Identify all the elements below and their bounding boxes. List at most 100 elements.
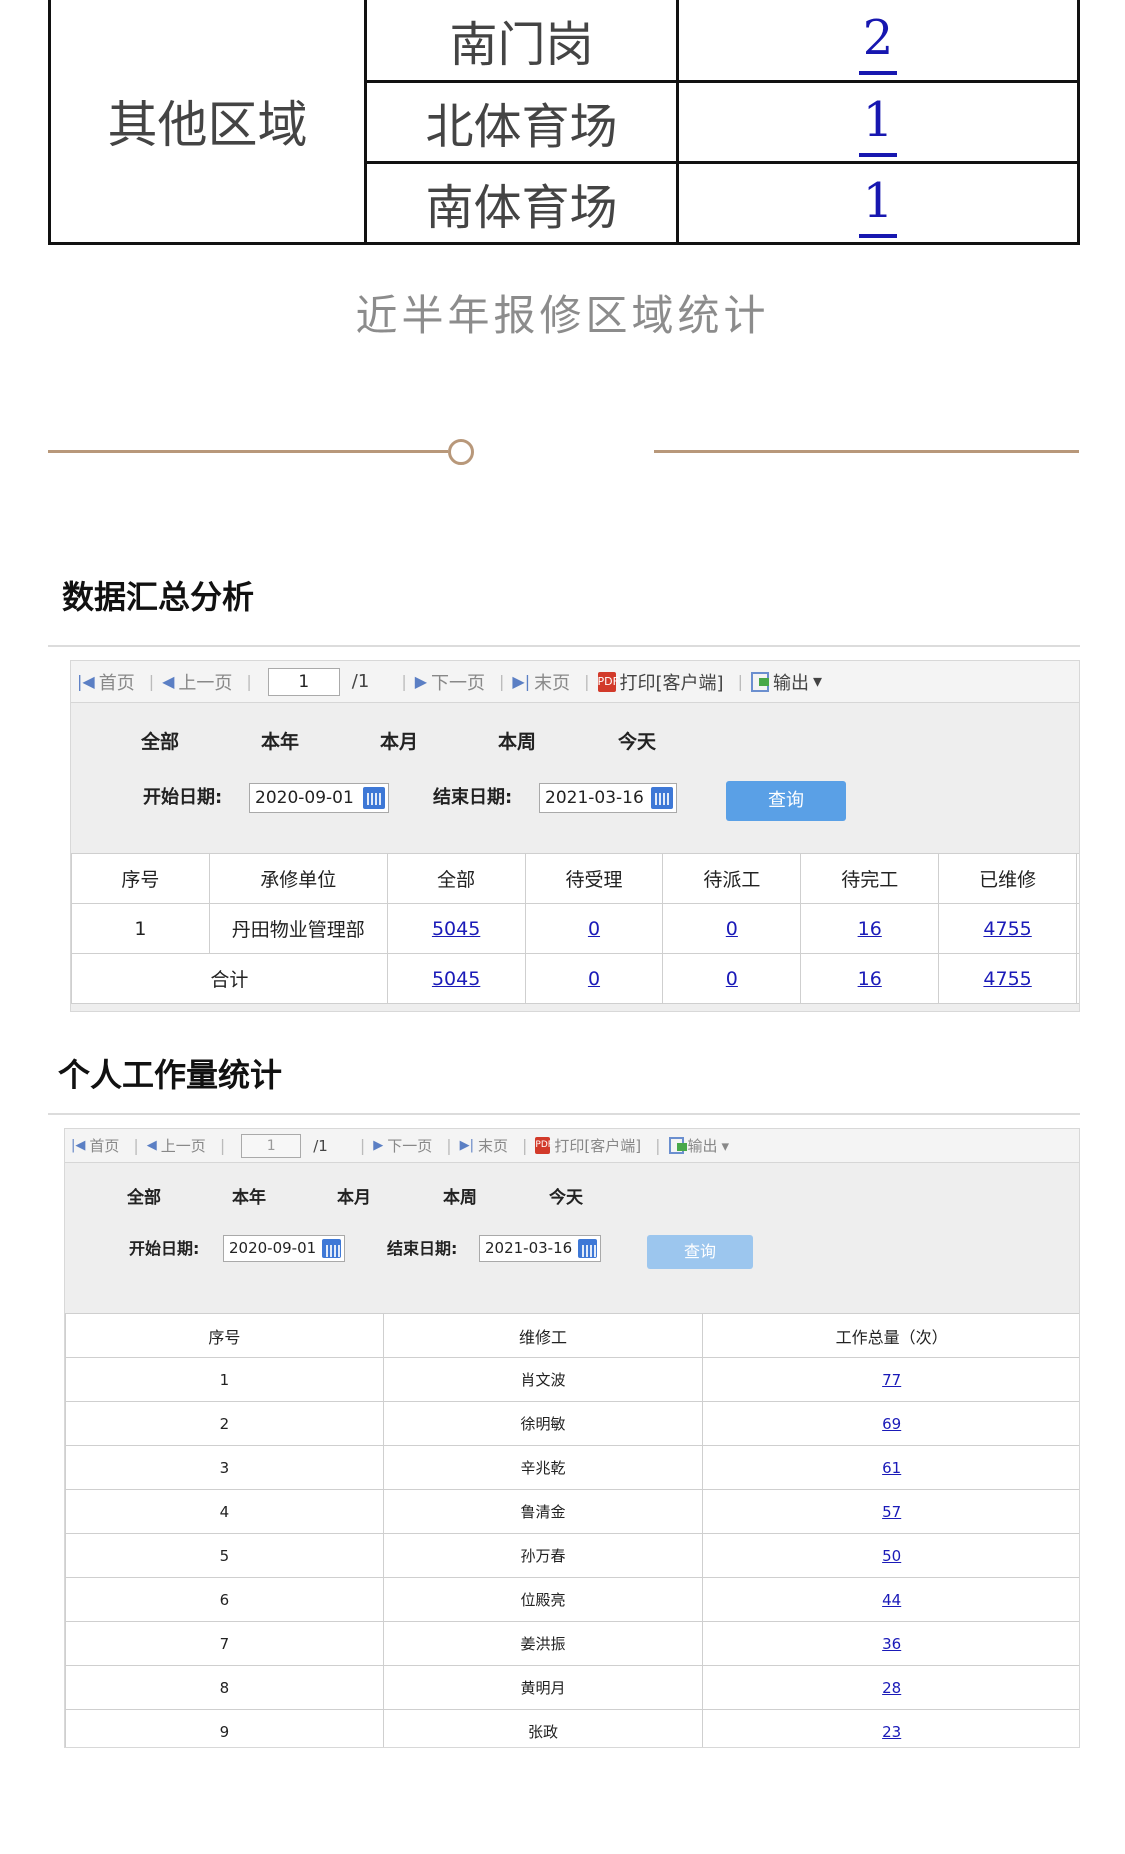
table-row: 9 张政 23 — [65, 1709, 1079, 1747]
workload-count-link[interactable]: 28 — [882, 1679, 901, 1697]
column-header: 工作总量（次） — [702, 1313, 1079, 1358]
table-row: 1 丹田物业管理部 5045 0 0 16 4755 — [71, 903, 1079, 954]
worker-name: 姜洪振 — [382, 1621, 704, 1666]
print-label: 打印[客户端] — [554, 1137, 642, 1155]
count-link[interactable]: 5045 — [432, 918, 480, 940]
end-date-label: 结束日期: — [387, 1239, 458, 1258]
print-button[interactable]: PDF 打印[客户端] — [597, 669, 724, 695]
region-place: 南体育场 — [364, 160, 679, 245]
region-count-link[interactable]: 1 — [858, 168, 898, 238]
count-link[interactable]: 0 — [726, 918, 738, 940]
workload-count-link[interactable]: 69 — [882, 1415, 901, 1433]
count-link[interactable]: 0 — [726, 968, 738, 990]
first-page-button[interactable]: |◀ 首页 — [77, 669, 135, 695]
page-number-input[interactable]: 1 — [241, 1133, 302, 1158]
seq-cell: 6 — [65, 1577, 384, 1622]
next-page-button[interactable]: ▶ 下一页 — [415, 669, 485, 695]
prev-page-icon: ◀ — [146, 1138, 157, 1153]
calendar-icon[interactable] — [363, 787, 385, 809]
calendar-icon[interactable] — [651, 787, 673, 809]
workload-count-link[interactable]: 36 — [882, 1635, 901, 1653]
table-row: 3 辛兆乾 61 — [65, 1445, 1079, 1490]
export-icon — [750, 671, 769, 692]
table-row: 6 位殿亮 44 — [65, 1577, 1079, 1622]
prev-page-button[interactable]: ◀ 上一页 — [162, 669, 232, 695]
workload-count-link[interactable]: 61 — [882, 1459, 901, 1477]
query-button[interactable]: 查询 — [726, 781, 846, 821]
count-link[interactable]: 4755 — [983, 968, 1031, 990]
caret-down-icon: ▾ — [721, 1136, 730, 1155]
count-link[interactable]: 5045 — [432, 968, 480, 990]
region-count-link[interactable]: 2 — [858, 5, 898, 75]
count-link[interactable]: 0 — [588, 918, 600, 940]
range-week[interactable]: 本周 — [443, 1183, 477, 1208]
toolbar-separator: | — [499, 672, 505, 691]
worker-name: 位殿亮 — [382, 1577, 704, 1622]
range-week[interactable]: 本周 — [498, 727, 536, 754]
end-date-input[interactable]: 2021-03-16 — [539, 783, 677, 813]
count-link[interactable]: 4755 — [983, 918, 1031, 940]
region-place: 北体育场 — [364, 79, 679, 164]
workload-count-link[interactable]: 57 — [882, 1503, 901, 1521]
start-date-label: 开始日期: — [143, 787, 223, 808]
export-button[interactable]: 输出 ▾ — [750, 669, 822, 695]
workload-count-link[interactable]: 77 — [882, 1371, 901, 1389]
toolbar-separator: | — [401, 672, 407, 691]
page-number-input[interactable]: 1 — [267, 667, 340, 696]
summary-report-panel: |◀ 首页 | ◀ 上一页 | 1 /1 | ▶ 下一页 | ▶| 末页 | PDF 打印… — [70, 660, 1080, 1012]
query-button[interactable]: 查询 — [647, 1235, 753, 1269]
workload-count-link[interactable]: 23 — [882, 1723, 901, 1741]
last-page-button[interactable]: ▶| 末页 — [512, 669, 570, 695]
table-row: 8 黄明月 28 — [65, 1665, 1079, 1710]
first-page-label: 首页 — [98, 672, 135, 694]
end-date-input[interactable]: 2021-03-16 — [479, 1235, 601, 1262]
toolbar-separator: | — [446, 1136, 452, 1155]
export-button[interactable]: 输出 ▾ — [668, 1135, 730, 1156]
worker-name: 辛兆乾 — [382, 1445, 704, 1490]
print-button[interactable]: PDF 打印[客户端] — [535, 1135, 641, 1156]
next-page-button[interactable]: ▶ 下一页 — [373, 1135, 432, 1156]
calendar-icon[interactable] — [322, 1239, 341, 1258]
region-caption: 近半年报修区域统计 — [355, 291, 770, 340]
range-all[interactable]: 全部 — [141, 727, 179, 754]
region-count-link[interactable]: 1 — [858, 87, 898, 157]
count-link[interactable]: 16 — [858, 918, 882, 940]
prev-page-button[interactable]: ◀ 上一页 — [147, 1135, 206, 1156]
region-count-cell: 1 — [676, 79, 1080, 164]
range-year[interactable]: 本年 — [261, 727, 299, 754]
end-date-value: 2021-03-16 — [485, 1239, 573, 1257]
count-link[interactable]: 0 — [588, 968, 600, 990]
summary-table: 序号 承修单位 全部 待受理 待派工 待完工 已维修 1 丹田物业管理部 504… — [71, 853, 1079, 1004]
column-header: 已维修 — [938, 853, 1078, 904]
column-header: 全部 — [386, 853, 526, 904]
range-month[interactable]: 本月 — [337, 1183, 371, 1208]
range-all[interactable]: 全部 — [127, 1183, 161, 1208]
seq-cell: 5 — [65, 1533, 384, 1578]
region-table: 其他区域 南门岗 2 北体育场 1 南体育场 1 — [48, 0, 1080, 245]
range-month[interactable]: 本月 — [380, 727, 418, 754]
toolbar-separator: | — [359, 1136, 366, 1155]
start-date-input[interactable]: 2020-09-01 — [223, 1235, 345, 1262]
start-date-value: 2020-09-01 — [255, 788, 354, 808]
worker-name: 鲁清金 — [382, 1489, 704, 1534]
pdf-icon: PDF — [597, 671, 619, 692]
first-page-button[interactable]: |◀ 首页 — [71, 1135, 119, 1156]
summary-section-title: 数据汇总分析 — [62, 578, 255, 616]
toolbar-separator: | — [584, 672, 590, 691]
workload-count-link[interactable]: 44 — [882, 1591, 901, 1609]
last-page-label: 末页 — [534, 672, 571, 694]
toolbar-separator: | — [246, 672, 252, 691]
next-page-icon: ▶ — [373, 1138, 384, 1153]
start-date-input[interactable]: 2020-09-01 — [249, 783, 389, 813]
table-row: 7 姜洪振 36 — [65, 1621, 1079, 1666]
workload-count-link[interactable]: 50 — [882, 1547, 901, 1565]
table-row: 2 徐明敏 69 — [65, 1401, 1079, 1446]
range-today[interactable]: 今天 — [618, 727, 656, 754]
count-link[interactable]: 16 — [858, 968, 882, 990]
export-icon — [668, 1137, 687, 1154]
caret-down-icon: ▾ — [812, 671, 822, 692]
calendar-icon[interactable] — [578, 1239, 597, 1258]
range-year[interactable]: 本年 — [232, 1183, 266, 1208]
range-today[interactable]: 今天 — [549, 1183, 583, 1208]
last-page-button[interactable]: ▶| 末页 — [460, 1135, 508, 1156]
